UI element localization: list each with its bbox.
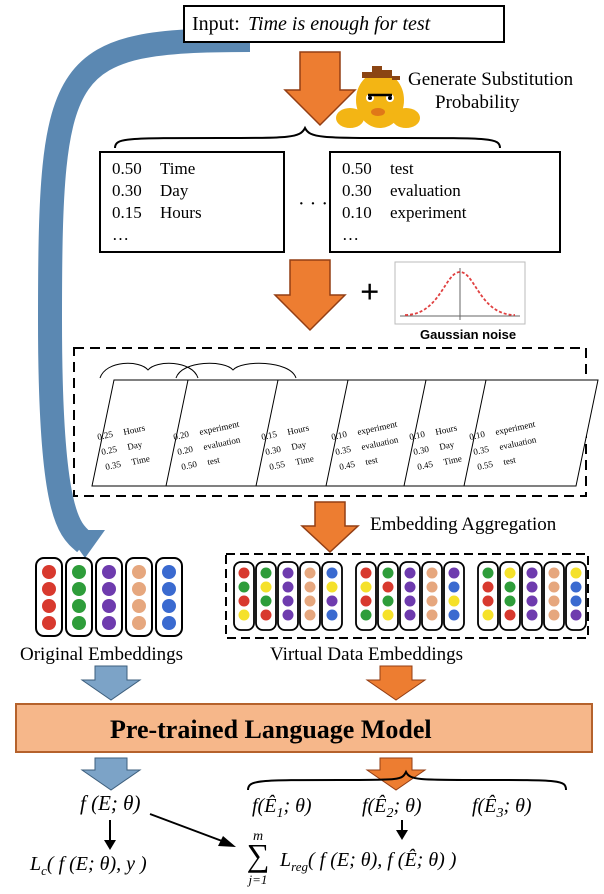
svg-text:f(Ê2; θ): f(Ê2; θ) xyxy=(362,794,422,821)
svg-text:Hours: Hours xyxy=(160,203,202,222)
math-fE: f (E; θ) xyxy=(80,791,140,815)
gaussian-label: Gaussian noise xyxy=(420,327,516,342)
svg-text:0.50: 0.50 xyxy=(342,159,372,178)
svg-text:0.30: 0.30 xyxy=(112,181,142,200)
blue-arrow-icon xyxy=(82,758,140,790)
svg-text:test: test xyxy=(390,159,414,178)
svg-text:j=1: j=1 xyxy=(247,872,268,887)
math-Lc: Lc( f (E; θ), y ) xyxy=(29,853,147,878)
original-embeddings-label: Original Embeddings xyxy=(20,644,183,665)
svg-text:f(Ê1; θ): f(Ê1; θ) xyxy=(252,794,312,821)
input-prefix: Input: xyxy=(192,13,240,35)
virtual-embeddings xyxy=(234,562,586,630)
svg-text:Time: Time xyxy=(160,159,195,178)
svg-text:0.15: 0.15 xyxy=(112,203,142,222)
svg-text:0.50: 0.50 xyxy=(112,159,142,178)
input-sentence: Time is enough for test xyxy=(248,13,431,35)
math-Lreg: Lreg( f (E; θ), f (Ê; θ) ) xyxy=(279,848,457,874)
orange-arrow-icon xyxy=(275,260,345,330)
figure-vda: Input: Time is enough for test Generate … xyxy=(0,0,604,894)
gaussian-plot-icon xyxy=(395,262,525,324)
svg-text:Day: Day xyxy=(160,181,189,200)
svg-text:∑: ∑ xyxy=(247,837,270,873)
orange-arrow-icon xyxy=(367,666,425,700)
svg-text:experiment: experiment xyxy=(390,203,467,222)
plus-symbol: + xyxy=(360,274,379,311)
svg-text:evaluation: evaluation xyxy=(390,181,461,200)
plm-label: Pre-trained Language Model xyxy=(110,715,432,744)
blue-arrow-icon xyxy=(82,666,140,700)
embedding-aggregation-label: Embedding Aggregation xyxy=(370,514,557,535)
svg-text:…: … xyxy=(342,225,359,244)
svg-text:…: … xyxy=(112,225,129,244)
orange-arrow-icon xyxy=(367,758,425,790)
virtual-embeddings-label: Virtual Data Embeddings xyxy=(270,644,463,665)
original-embeddings xyxy=(36,558,182,636)
ellipsis: · · · xyxy=(298,193,328,215)
svg-text:f(Ê3; θ): f(Ê3; θ) xyxy=(472,794,532,821)
orange-arrow-icon xyxy=(302,502,358,552)
bert-caption-2: Probability xyxy=(435,92,520,113)
bert-caption-1: Generate Substitution xyxy=(408,69,574,90)
svg-text:0.10: 0.10 xyxy=(342,203,372,222)
svg-text:0.30: 0.30 xyxy=(342,181,372,200)
